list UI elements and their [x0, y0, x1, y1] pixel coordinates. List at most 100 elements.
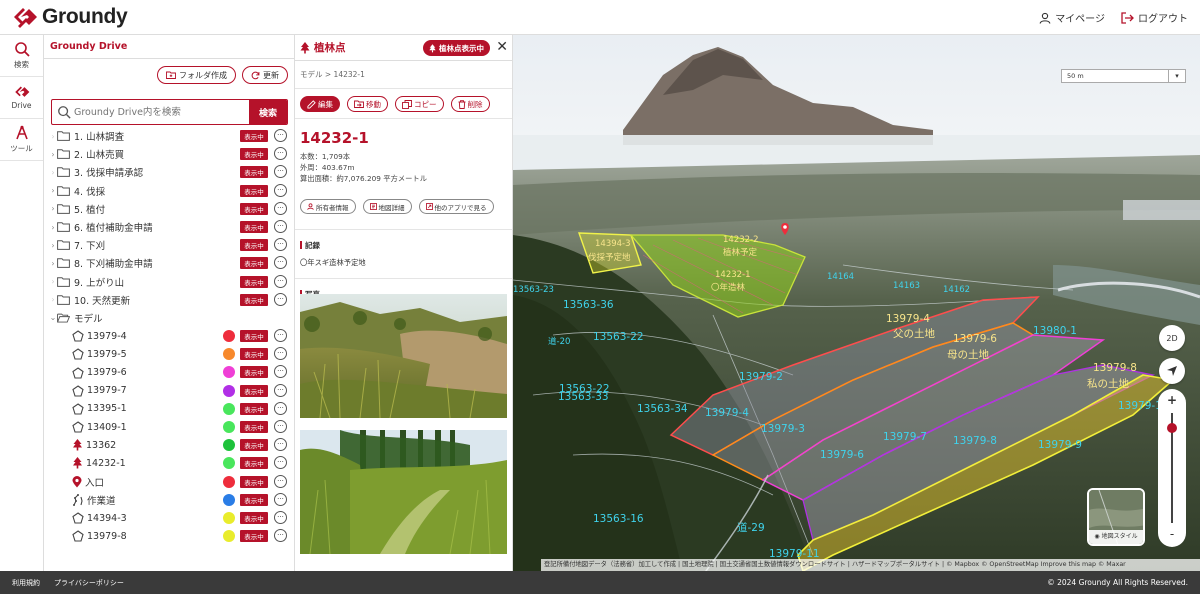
logout-link[interactable]: ログアウト [1121, 10, 1188, 25]
chevron-right-icon[interactable]: › [49, 259, 57, 268]
zoom-out-button[interactable]: - [1158, 527, 1186, 541]
more-options-icon[interactable]: ··· [274, 201, 287, 215]
map-parcel-label[interactable]: 14163 [893, 281, 920, 291]
refresh-button[interactable]: 更新 [242, 66, 288, 84]
map-parcel-label[interactable]: 13979-9 [1038, 439, 1082, 451]
chevron-down-icon[interactable]: ⌄ [49, 313, 57, 322]
visibility-badge[interactable]: 表示中 [240, 239, 268, 252]
mypage-link[interactable]: マイページ [1039, 10, 1105, 25]
zoom-in-button[interactable]: + [1158, 393, 1186, 407]
visibility-badge[interactable]: 表示中 [240, 384, 268, 397]
edit-button[interactable]: 編集 [300, 96, 340, 112]
folder-row[interactable]: › 1. 山林調査 表示中 ··· [44, 127, 294, 145]
more-options-icon[interactable]: ··· [274, 383, 287, 397]
map-view[interactable]: 14394-3 伐採予定地 14232-2 植林予定 14232-1 〇年造林 13979-… [513, 35, 1200, 571]
map-style-switcher[interactable]: ◉ 地図スタイル [1087, 488, 1145, 546]
map-parcel-label[interactable]: 14162 [943, 285, 970, 295]
visibility-badge[interactable]: 表示中 [240, 421, 268, 433]
chevron-right-icon[interactable]: › [49, 241, 57, 250]
scale-dropdown[interactable]: ▾ [1168, 69, 1186, 83]
model-row[interactable]: 作業道 表示中 ··· [44, 491, 294, 509]
owner-info-button[interactable]: 所有者情報 [300, 199, 356, 214]
chevron-right-icon[interactable]: › [49, 132, 57, 141]
model-row[interactable]: 13362 表示中 ··· [44, 436, 294, 454]
visibility-badge[interactable]: 表示中 [240, 511, 268, 524]
visibility-badge[interactable]: 表示中 [240, 457, 268, 470]
folder-row[interactable]: › 3. 伐採申請承認 表示中 ··· [44, 163, 294, 181]
toggle-2d-button[interactable]: 2D [1159, 325, 1185, 351]
model-row[interactable]: 13395-1 表示中 ··· [44, 400, 294, 418]
model-row[interactable]: 14394-3 表示中 ··· [44, 509, 294, 527]
map-parcel-label[interactable]: 13979-6 [953, 333, 997, 345]
map-parcel-label[interactable]: 父の土地 [893, 326, 935, 341]
folder-row[interactable]: › 5. 植付 表示中 ··· [44, 200, 294, 218]
layer-color-swatch[interactable] [223, 493, 235, 506]
folder-row[interactable]: › 7. 下刈 表示中 ··· [44, 236, 294, 254]
layer-color-swatch[interactable] [223, 475, 235, 488]
more-options-icon[interactable]: ··· [274, 147, 287, 161]
map-detail-button[interactable]: 地図詳細 [362, 199, 412, 214]
map-parcel-label[interactable]: 14232-1 [715, 270, 751, 280]
more-options-icon[interactable]: ··· [274, 365, 287, 379]
visibility-badge[interactable]: 表示中 [240, 202, 268, 215]
model-row[interactable]: 14232-1 表示中 ··· [44, 454, 294, 472]
visibility-badge[interactable]: 表示中 [240, 402, 268, 415]
map-parcel-label[interactable]: 私の土地 [1087, 376, 1129, 391]
map-parcel-label[interactable]: 13563-23 [513, 285, 554, 295]
delete-button[interactable]: 削除 [450, 96, 490, 112]
more-options-icon[interactable]: ··· [274, 438, 287, 452]
planting-visible-toggle[interactable]: 植林点表示中 [423, 40, 490, 56]
visibility-badge[interactable]: 表示中 [240, 257, 268, 270]
visibility-badge[interactable]: 表示中 [240, 439, 268, 452]
map-parcel-label[interactable]: 13563-16 [593, 513, 644, 525]
more-options-icon[interactable]: ··· [274, 329, 287, 343]
more-options-icon[interactable]: ··· [274, 165, 287, 179]
map-parcel-label[interactable]: 14164 [827, 272, 854, 282]
folder-row[interactable]: › 2. 山林売買 表示中 ··· [44, 145, 294, 163]
map-parcel-label[interactable]: 伐採予定地 [588, 251, 631, 263]
folder-row[interactable]: › 9. 上がり山 表示中 ··· [44, 273, 294, 291]
layer-color-swatch[interactable] [223, 384, 235, 397]
layer-color-swatch[interactable] [223, 348, 235, 361]
model-row[interactable]: 13409-1 表示中 ··· [44, 418, 294, 436]
map-parcel-label[interactable]: 13979-6 [820, 449, 864, 461]
rail-tools[interactable]: ツール [0, 119, 43, 161]
locate-button[interactable] [1159, 358, 1185, 384]
drive-search-button[interactable]: 検索 [249, 100, 287, 124]
map-parcel-label[interactable]: 14394-3 [595, 239, 631, 249]
rail-search[interactable]: 検索 [0, 35, 43, 77]
drive-search-input[interactable] [52, 100, 249, 124]
folder-row[interactable]: › 6. 植付補助金申請 表示中 ··· [44, 218, 294, 236]
copy-button[interactable]: コピー [395, 96, 444, 112]
chevron-right-icon[interactable]: › [49, 277, 57, 286]
folder-row-model[interactable]: ⌄ モデル [44, 309, 294, 327]
chevron-right-icon[interactable]: › [49, 168, 57, 177]
layer-color-swatch[interactable] [223, 530, 235, 543]
visibility-badge[interactable]: 表示中 [240, 366, 268, 379]
model-row[interactable]: 13979-6 表示中 ··· [44, 363, 294, 381]
more-options-icon[interactable]: ··· [274, 183, 287, 197]
map-parcel-label[interactable]: 14232-2 [723, 235, 759, 245]
visibility-badge[interactable]: 表示中 [240, 148, 268, 161]
visibility-badge[interactable]: 表示中 [240, 293, 268, 306]
more-options-icon[interactable]: ··· [274, 456, 287, 470]
photo-1[interactable] [300, 294, 507, 418]
visibility-badge[interactable]: 表示中 [240, 475, 268, 488]
model-row[interactable]: 13979-5 表示中 ··· [44, 345, 294, 363]
layer-color-swatch[interactable] [223, 366, 235, 379]
model-row[interactable]: 13979-7 表示中 ··· [44, 382, 294, 400]
visibility-badge[interactable]: 表示中 [240, 348, 268, 361]
more-options-icon[interactable]: ··· [274, 529, 287, 543]
zoom-slider-handle[interactable] [1167, 423, 1177, 433]
chevron-right-icon[interactable]: › [49, 295, 57, 304]
more-options-icon[interactable]: ··· [274, 274, 287, 288]
visibility-badge[interactable]: 表示中 [240, 166, 268, 179]
brand-logo[interactable]: Groundy [12, 5, 128, 29]
visibility-badge[interactable]: 表示中 [240, 184, 268, 197]
map-parcel-label[interactable]: 〇年造林 [711, 281, 745, 293]
chevron-right-icon[interactable]: › [49, 223, 57, 232]
map-parcel-label[interactable]: 植林予定 [723, 246, 757, 258]
rail-drive[interactable]: Drive [0, 77, 43, 119]
map-parcel-label[interactable]: 13979-4 [886, 313, 930, 325]
chevron-right-icon[interactable]: › [49, 204, 57, 213]
